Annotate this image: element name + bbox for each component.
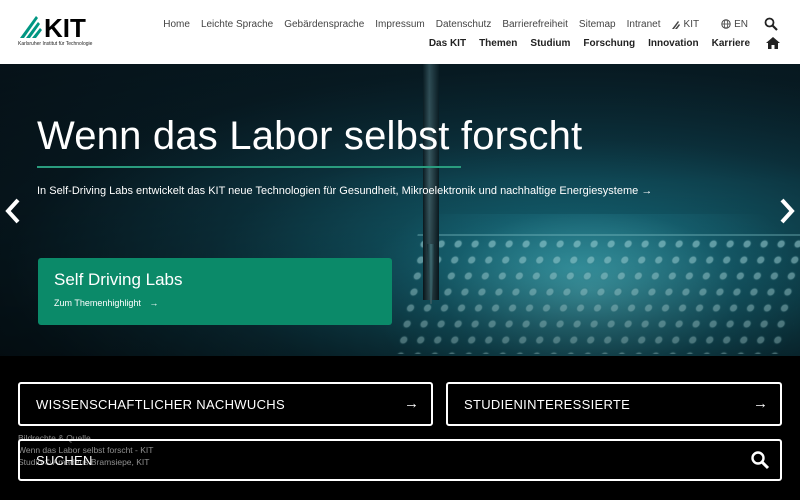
nav-sitemap[interactable]: Sitemap [579,19,616,30]
chevron-right-icon [780,198,795,224]
hero-slider: Wenn das Labor selbst forscht In Self-Dr… [0,64,800,356]
topic-highlight-card[interactable]: Self Driving Labs Zum Themenhighlight → [38,258,392,325]
hero-title-underline [37,166,461,168]
search-icon [751,451,770,470]
nav-themen[interactable]: Themen [479,38,517,49]
home-button[interactable] [766,37,780,49]
arrow-right-icon: → [404,395,419,412]
hero-subtitle-link[interactable]: In Self-Driving Labs entwickelt das KIT … [37,185,652,197]
service-nav: Home Leichte Sprache Gebärdensprache Imp… [152,17,778,31]
nav-studium[interactable]: Studium [530,38,570,49]
main-nav: Das KIT Themen Studium Forschung Innovat… [416,37,780,49]
language-switch[interactable]: EN [721,19,748,30]
slider-prev-button[interactable] [3,197,23,225]
globe-icon [721,19,731,29]
quick-link-nachwuchs[interactable]: WISSENSCHAFTLICHER NACHWUCHS → [18,382,433,426]
arrow-right-icon: → [753,395,768,412]
nav-innovation[interactable]: Innovation [648,38,699,49]
slider-next-button[interactable] [777,197,797,225]
home-icon [766,37,780,49]
chevron-left-icon [5,198,20,224]
nav-impressum[interactable]: Impressum [375,19,424,30]
kit-small-icon [671,20,680,29]
card-link-label: Zum Themenhighlight [54,298,141,308]
nav-barrierefreiheit[interactable]: Barrierefreiheit [502,19,568,30]
nav-kit[interactable]: KIT [671,18,700,30]
caption-line-2: Wenn das Labor selbst forscht - KIT [18,445,154,455]
search-icon [764,17,778,31]
nav-das-kit[interactable]: Das KIT [429,38,466,49]
header-search-button[interactable] [764,17,778,31]
caption-line-1: Bildrechte & Quelle [18,433,91,443]
quick-link-label: WISSENSCHAFTLICHER NACHWUCHS [36,397,285,412]
nav-leichte-sprache[interactable]: Leichte Sprache [201,19,273,30]
nav-intranet[interactable]: Intranet [627,19,661,30]
card-title: Self Driving Labs [54,270,183,289]
nav-home[interactable]: Home [163,19,190,30]
hero-title[interactable]: Wenn das Labor selbst forscht [37,114,582,159]
nav-gebaerdensprache[interactable]: Gebärdensprache [284,19,364,30]
nav-karriere[interactable]: Karriere [712,38,750,49]
nav-datenschutz[interactable]: Datenschutz [436,19,492,30]
quick-link-label: STUDIENINTERESSIERTE [464,397,631,412]
image-caption-overlay: Bildrechte & Quelle Wenn das Labor selbs… [18,432,153,468]
logo-text: KIT [44,13,86,40]
kit-logo-mark: KIT [20,13,86,40]
logo-subtitle: Karlsruher Institut für Technologie [18,41,93,47]
quick-link-studieninteressierte[interactable]: STUDIENINTERESSIERTE → [446,382,782,426]
quick-links-section: WISSENSCHAFTLICHER NACHWUCHS → STUDIENIN… [0,356,800,500]
arrow-right-icon: → [149,298,159,308]
search-submit-button[interactable] [750,450,770,470]
site-header: KIT Karlsruher Institut für Technologie … [0,0,800,64]
language-label: EN [734,18,748,30]
caption-line-3: Studio © Amadeus Bramsiepe, KIT [18,457,150,467]
kit-logo[interactable]: KIT Karlsruher Institut für Technologie [18,12,92,52]
nav-kit-label: KIT [683,18,700,30]
nav-forschung[interactable]: Forschung [583,38,635,49]
card-link[interactable]: Zum Themenhighlight → [54,298,158,308]
